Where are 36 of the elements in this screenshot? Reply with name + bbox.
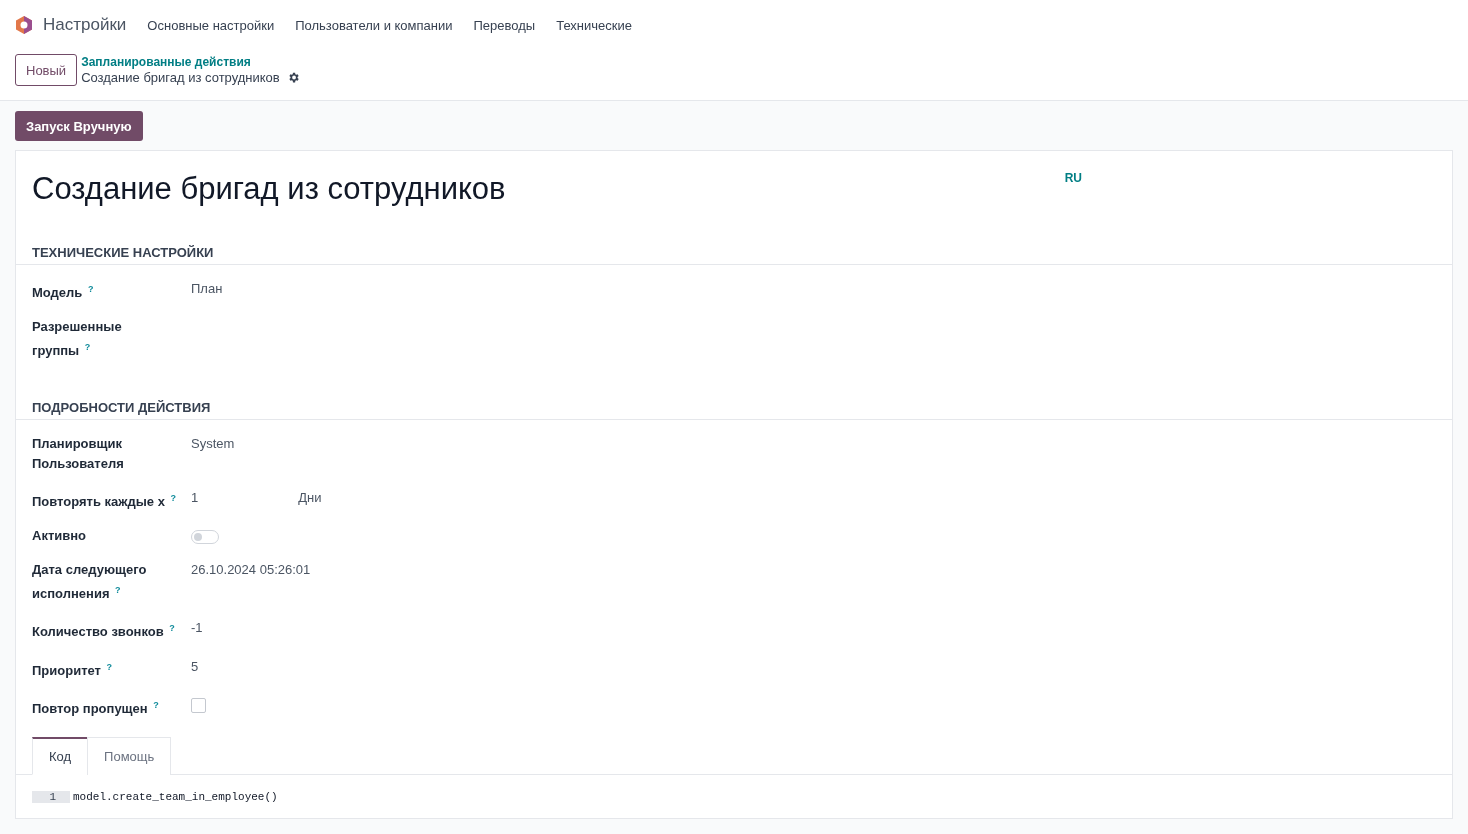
unit-select[interactable]: Дни (298, 487, 322, 508)
field-value[interactable]: 26.10.2024 05:26:01 (191, 560, 311, 580)
menu-item[interactable]: Пользователи и компании (295, 17, 453, 33)
field-label: Количество звонков $^{?}$ (32, 622, 176, 642)
run-manually-button[interactable]: Запуск Вручную (15, 111, 143, 141)
field-label: Дата следующего исполнения $^{?}$ (32, 561, 148, 604)
app-name[interactable]: Настройки (43, 15, 127, 35)
menu-item[interactable]: Основные настройки (147, 17, 275, 33)
field-label: Активно (32, 527, 88, 545)
menu-item[interactable]: Переводы (473, 17, 536, 33)
tab[interactable]: Помощь (87, 737, 172, 776)
tab[interactable]: Код (32, 737, 89, 776)
section-heading: ПОДРОБНОСТИ ДЕЙСТВИЯ (16, 399, 1452, 420)
new-button[interactable]: Новый (15, 54, 78, 86)
field-value[interactable]: План (191, 279, 223, 299)
field-label: Разрешенные группы $^{?}$ (32, 318, 123, 361)
toggle-switch[interactable] (191, 530, 219, 544)
breadcrumb-link[interactable]: Запланированные действия (81, 55, 300, 69)
field-value[interactable]: 5 (191, 656, 199, 677)
field-label: Повторять каждые х $^{?}$ (32, 491, 178, 511)
section-heading: ТЕХНИЧЕСКИЕ НАСТРОЙКИ (16, 245, 1452, 265)
record-title: Создание бригад из сотрудников (81, 70, 280, 85)
field-value[interactable]: -1 (191, 618, 203, 639)
menu-item[interactable]: Технические (556, 17, 632, 33)
code-line[interactable]: model.create_team_in_employee() (73, 791, 278, 804)
field-label: Модель $^{?}$ (32, 283, 95, 303)
field-label: Планировщик Пользователя (32, 434, 125, 473)
field-label: Повтор пропущен $^{?}$ (32, 698, 160, 719)
field-value[interactable]: 1 (191, 487, 199, 508)
app-logo-icon[interactable] (14, 15, 34, 35)
record-title: Создание бригад из сотрудников (32, 171, 506, 207)
field-value[interactable]: System (191, 433, 235, 454)
language-button[interactable]: RU (1064, 171, 1082, 207)
line-number: 1 (32, 791, 70, 804)
checkbox[interactable] (191, 697, 206, 713)
field-label: Приоритет $^{?}$ (32, 660, 114, 680)
